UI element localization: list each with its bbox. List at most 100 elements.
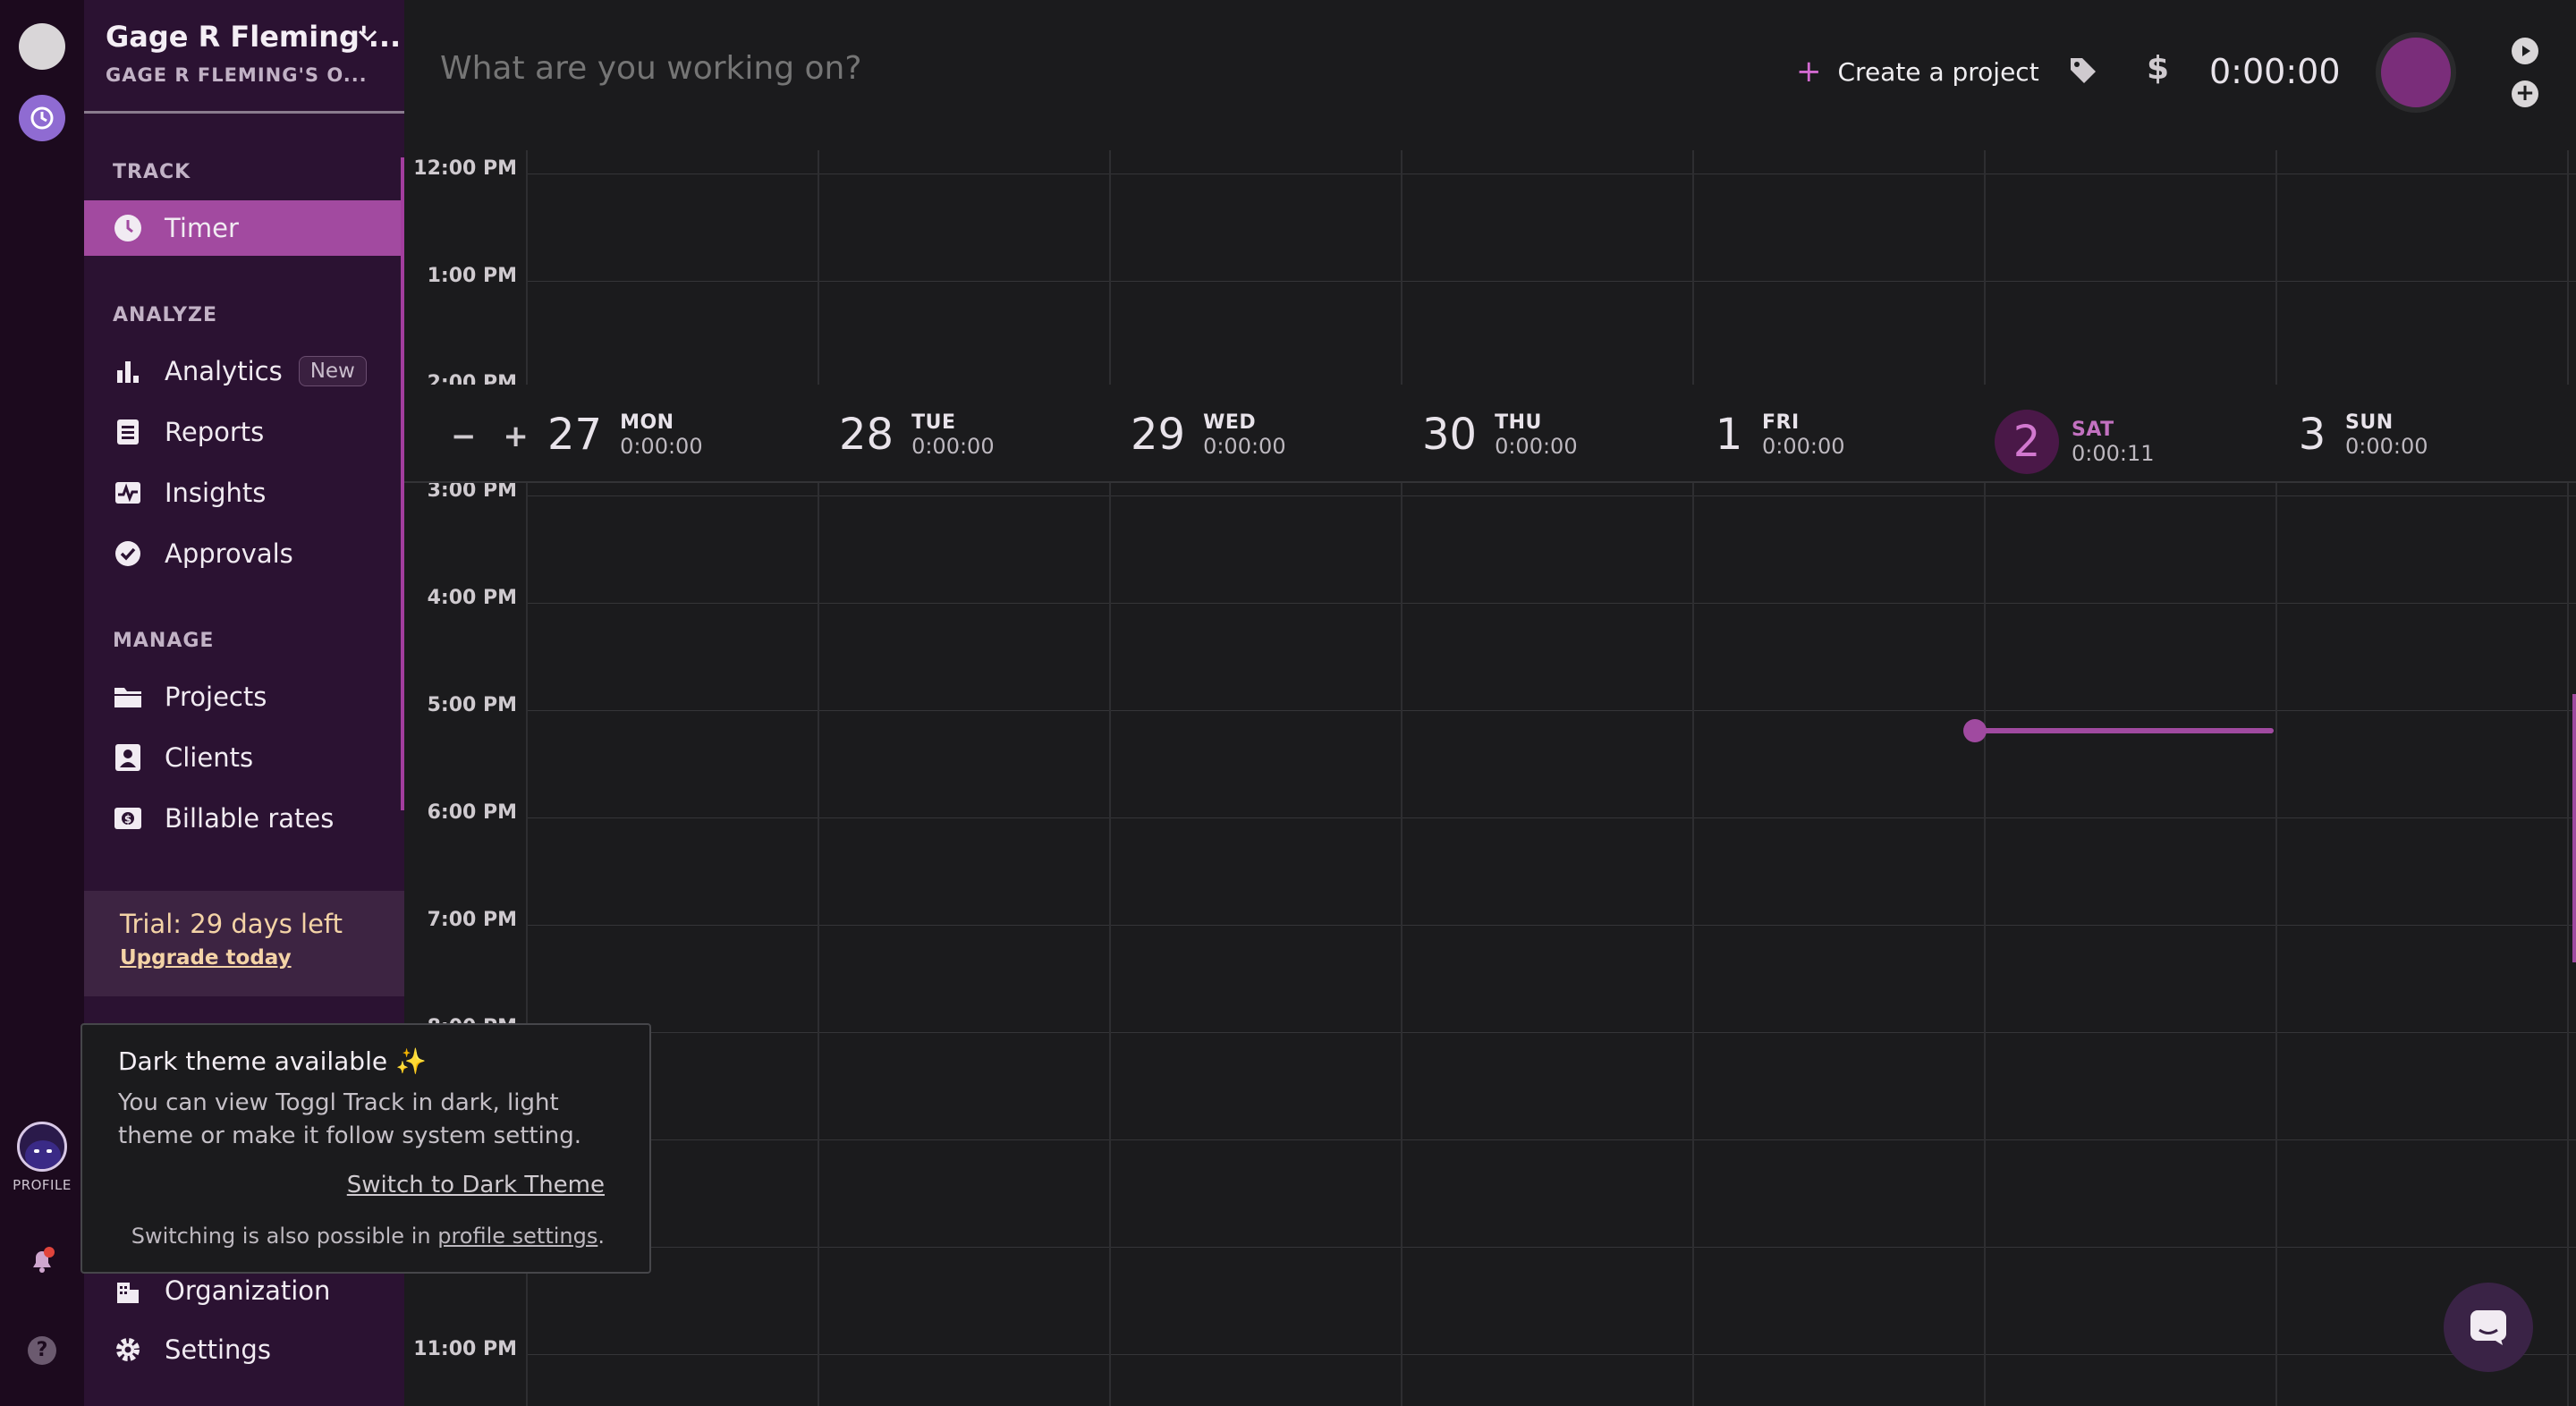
sidebar-item-clients[interactable]: Clients [84, 730, 401, 785]
profile-settings-link[interactable]: profile settings [437, 1224, 597, 1249]
hour-gridline [526, 281, 2576, 282]
section-analyze: ANALYZE [113, 304, 217, 326]
create-project-button[interactable]: + Create a project [1796, 54, 2039, 89]
day-name: MON [620, 411, 674, 434]
sidebar-item-insights[interactable]: Insights [84, 465, 401, 521]
timer-bar: + Create a project $ 0:00:00 + [404, 0, 2576, 143]
sidebar-item-label: Clients [165, 742, 254, 773]
day-header-tue[interactable]: 28 TUE 0:00:00 [839, 410, 995, 460]
day-total: 0:00:00 [1495, 433, 1578, 459]
hour-label: 12:00 PM [413, 157, 517, 180]
sidebar-item-analytics[interactable]: Analytics New [84, 343, 401, 399]
day-column-divider [1401, 150, 1402, 1406]
tag-icon[interactable] [2068, 55, 2098, 89]
pulse-icon [113, 478, 143, 508]
start-timer-button[interactable] [2376, 32, 2456, 113]
day-number: 2 [1995, 410, 2059, 474]
organization-subtitle: GAGE R FLEMING'S O... [106, 64, 368, 86]
section-manage: MANAGE [113, 630, 215, 652]
hour-label: 6:00 PM [427, 801, 517, 824]
hour-gridline [526, 495, 2576, 496]
calendar-week-view: 12:00 PM 1:00 PM 2:00 PM 3:00 PM 4:00 PM 5:00… [404, 143, 2576, 1406]
track-app-icon[interactable] [19, 95, 65, 141]
chat-support-button[interactable] [2444, 1283, 2533, 1372]
svg-text:$: $ [124, 813, 131, 826]
bar-chart-icon [113, 356, 143, 386]
day-header-sun[interactable]: 3 SUN 0:00:00 [2297, 410, 2428, 460]
sidebar-item-label: Projects [165, 682, 267, 712]
sidebar-item-label: Timer [165, 213, 239, 243]
day-header-thu[interactable]: 30 THU 0:00:00 [1422, 410, 1578, 460]
chevron-down-icon[interactable] [358, 29, 377, 46]
sidebar-item-timer[interactable]: Timer [84, 200, 401, 256]
help-icon[interactable]: ? [28, 1336, 56, 1365]
sidebar-item-projects[interactable]: Projects [84, 669, 401, 724]
hour-label: 5:00 PM [427, 694, 517, 716]
sidebar-item-label: Organization [165, 1275, 331, 1306]
day-total: 0:00:00 [620, 433, 703, 459]
profile-avatar[interactable] [17, 1122, 67, 1172]
day-number: 29 [1131, 410, 1186, 460]
day-name: FRI [1762, 411, 1800, 434]
workspace-avatar[interactable] [19, 23, 65, 70]
workspace-title[interactable]: Gage R Fleming'... [106, 20, 401, 54]
day-column-divider [1692, 150, 1694, 1406]
day-name: THU [1495, 411, 1542, 434]
day-column-divider [1984, 150, 1986, 1406]
divider [84, 111, 404, 114]
sidebar-item-settings[interactable]: Settings [84, 1322, 401, 1377]
day-total: 0:00:11 [2072, 440, 2155, 466]
popover-footer: Switching is also possible in profile se… [131, 1224, 605, 1249]
day-number: 30 [1422, 410, 1478, 460]
day-total: 0:00:00 [911, 433, 995, 459]
create-project-label: Create a project [1837, 56, 2039, 87]
sidebar-item-approvals[interactable]: Approvals [84, 526, 401, 581]
description-input[interactable] [440, 50, 1245, 87]
switch-dark-theme-link[interactable]: Switch to Dark Theme [347, 1172, 605, 1198]
play-mode-icon[interactable] [2512, 38, 2538, 64]
hour-gridline [526, 710, 2576, 711]
time-entry-bar[interactable] [1975, 728, 2274, 733]
sidebar-item-reports[interactable]: Reports [84, 404, 401, 460]
day-header-fri[interactable]: 1 FRI 0:00:00 [1714, 410, 1845, 460]
profile-label: PROFILE [13, 1177, 72, 1193]
money-icon: $ [113, 803, 143, 834]
day-header-wed[interactable]: 29 WED 0:00:00 [1131, 410, 1286, 460]
trial-banner: Trial: 29 days left Upgrade today [84, 891, 404, 996]
day-name: WED [1203, 411, 1257, 434]
manual-mode-icon[interactable]: + [2512, 80, 2538, 107]
day-header-sat[interactable]: 2 SAT 0:00:11 [1995, 410, 2155, 474]
day-total: 0:00:00 [1762, 433, 1845, 459]
upgrade-link[interactable]: Upgrade today [120, 946, 369, 970]
gear-icon [113, 1334, 143, 1365]
hour-label: 4:00 PM [427, 587, 517, 609]
hour-gridline [526, 1139, 2576, 1140]
sidebar-item-label: Analytics [165, 356, 283, 386]
sidebar-item-label: Insights [165, 478, 267, 508]
popover-footer-prefix: Switching is also possible in [131, 1224, 438, 1249]
document-icon [113, 417, 143, 447]
zoom-controls: − + [451, 419, 529, 454]
hour-gridline [526, 925, 2576, 926]
sidebar-item-billable-rates[interactable]: $ Billable rates [84, 791, 401, 846]
hour-gridline [526, 1354, 2576, 1355]
billable-icon[interactable]: $ [2147, 50, 2169, 87]
day-header-mon[interactable]: 27 MON 0:00:00 [547, 410, 703, 460]
sidebar-item-label: Billable rates [165, 803, 335, 834]
section-track: TRACK [113, 161, 191, 183]
popover-body: You can view Toggl Track in dark, light … [118, 1089, 582, 1149]
zoom-out-button[interactable]: − [451, 419, 477, 454]
day-column-divider [2567, 150, 2569, 1406]
day-number: 1 [1715, 410, 1743, 460]
clock-icon [113, 213, 143, 243]
zoom-in-button[interactable]: + [503, 419, 529, 454]
sidebar-item-label: Approvals [165, 538, 293, 569]
bell-icon[interactable] [27, 1245, 57, 1279]
hour-gridline [526, 603, 2576, 604]
popover-title: Dark theme available ✨ [118, 1046, 427, 1076]
folder-icon [113, 682, 143, 712]
day-number: 3 [2298, 410, 2326, 460]
day-total: 0:00:00 [2345, 433, 2428, 459]
day-column-divider [1109, 150, 1111, 1406]
check-circle-icon [113, 538, 143, 569]
